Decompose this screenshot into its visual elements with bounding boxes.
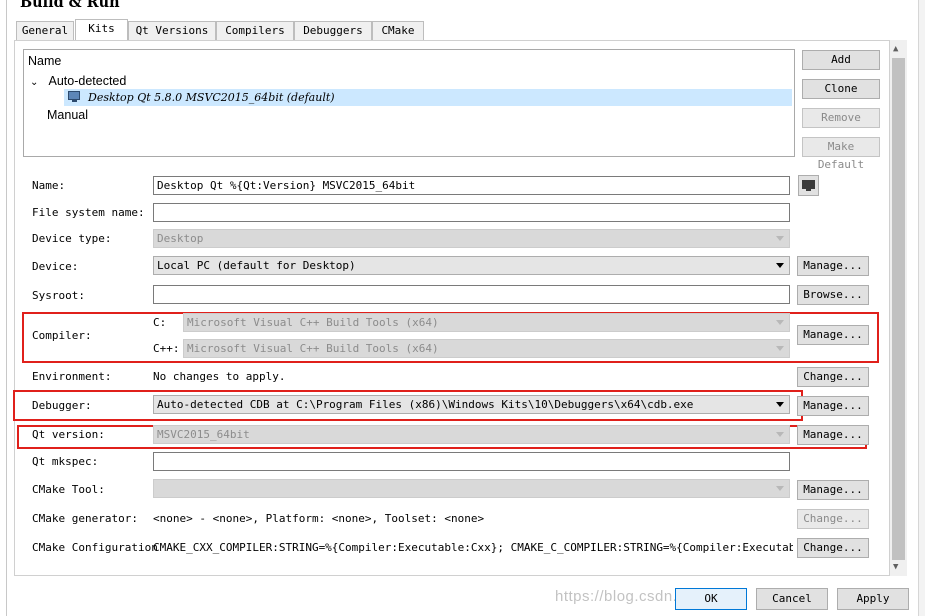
- kit-tree[interactable]: Name ⌄ Auto-detected Desktop Qt 5.8.0 MS…: [23, 49, 795, 157]
- name-label: Name:: [32, 179, 66, 192]
- cmake-config-value: CMAKE_CXX_COMPILER:STRING=%{Compiler:Exe…: [153, 541, 793, 554]
- qt-version-select[interactable]: MSVC2015_64bit: [153, 425, 790, 444]
- qt-version-value: MSVC2015_64bit: [157, 428, 250, 441]
- device-select[interactable]: Local PC (default for Desktop): [153, 256, 790, 275]
- scroll-up-icon[interactable]: ▲: [893, 44, 898, 54]
- cmake-generator-change-button[interactable]: Change...: [797, 509, 869, 529]
- tab-kits[interactable]: Kits: [75, 19, 128, 41]
- chevron-down-icon: [776, 320, 784, 325]
- tab-debuggers[interactable]: Debuggers: [294, 21, 372, 40]
- left-border: [6, 0, 7, 616]
- tree-item-kit-label: Desktop Qt 5.8.0 MSVC2015_64bit (default…: [88, 91, 335, 104]
- chevron-down-icon: [776, 402, 784, 407]
- tree-group-auto[interactable]: ⌄ Auto-detected: [24, 73, 794, 90]
- cmake-generator-label: CMake generator:: [32, 512, 138, 525]
- compiler-c-label: C:: [153, 316, 167, 329]
- tree-group-manual[interactable]: Manual: [24, 107, 794, 124]
- tree-item-kit[interactable]: Desktop Qt 5.8.0 MSVC2015_64bit (default…: [64, 89, 792, 106]
- debugger-label: Debugger:: [32, 399, 92, 412]
- monitor-stand: [72, 100, 77, 102]
- device-label: Device:: [32, 260, 79, 273]
- compiler-manage-button[interactable]: Manage...: [797, 325, 869, 345]
- compiler-cpp-label: C++:: [153, 342, 180, 355]
- qt-version-manage-button[interactable]: Manage...: [797, 425, 869, 445]
- chevron-down-icon[interactable]: ⌄: [30, 74, 42, 91]
- kit-icon-button[interactable]: [798, 175, 819, 196]
- sysroot-label: Sysroot:: [32, 289, 85, 302]
- debugger-value: Auto-detected CDB at C:\Program Files (x…: [157, 398, 694, 411]
- chevron-down-icon: [776, 432, 784, 437]
- compiler-cpp-select[interactable]: Microsoft Visual C++ Build Tools (x64): [183, 339, 790, 358]
- compiler-c-value: Microsoft Visual C++ Build Tools (x64): [187, 316, 439, 329]
- qt-version-label: Qt version:: [32, 428, 105, 441]
- sysroot-input[interactable]: [153, 285, 790, 304]
- make-default-button[interactable]: Make Default: [802, 137, 880, 171]
- chevron-down-icon: [776, 486, 784, 491]
- debugger-select[interactable]: Auto-detected CDB at C:\Program Files (x…: [153, 395, 790, 414]
- ok-button[interactable]: OK: [675, 588, 747, 610]
- monitor-icon: [802, 180, 815, 189]
- device-type-value: Desktop: [157, 232, 204, 245]
- chevron-down-icon: [776, 346, 784, 351]
- tree-header: Name: [28, 54, 62, 68]
- tab-compilers[interactable]: Compilers: [216, 21, 294, 40]
- filesystem-input[interactable]: [153, 203, 790, 222]
- monitor-stand: [806, 189, 811, 191]
- monitor-icon: [68, 91, 80, 100]
- compiler-label: Compiler:: [32, 329, 92, 342]
- qt-mkspec-input[interactable]: [153, 452, 790, 471]
- environment-change-button[interactable]: Change...: [797, 367, 869, 387]
- tab-qt-versions[interactable]: Qt Versions: [128, 21, 216, 40]
- name-input[interactable]: Desktop Qt %{Qt:Version} MSVC2015_64bit: [153, 176, 790, 195]
- cmake-config-label: CMake Configuration: [32, 541, 158, 554]
- device-type-label: Device type:: [32, 232, 112, 245]
- environment-label: Environment:: [32, 370, 112, 383]
- cmake-tool-manage-button[interactable]: Manage...: [797, 480, 869, 500]
- cancel-button[interactable]: Cancel: [756, 588, 828, 610]
- filesystem-label: File system name:: [32, 206, 145, 219]
- sysroot-browse-button[interactable]: Browse...: [797, 285, 869, 305]
- environment-value: No changes to apply.: [153, 370, 286, 383]
- qt-mkspec-label: Qt mkspec:: [32, 455, 99, 468]
- device-value: Local PC (default for Desktop): [157, 259, 356, 272]
- chevron-down-icon: [776, 263, 784, 268]
- cmake-tool-label: CMake Tool:: [32, 483, 105, 496]
- chevron-down-icon: [776, 236, 784, 241]
- compiler-cpp-value: Microsoft Visual C++ Build Tools (x64): [187, 342, 439, 355]
- add-button[interactable]: Add: [802, 50, 880, 70]
- page-title: Build & Run: [20, 0, 120, 11]
- debugger-manage-button[interactable]: Manage...: [797, 396, 869, 416]
- compiler-c-select[interactable]: Microsoft Visual C++ Build Tools (x64): [183, 313, 790, 332]
- right-edge: [918, 0, 925, 616]
- clone-button[interactable]: Clone: [802, 79, 880, 99]
- apply-button[interactable]: Apply: [837, 588, 909, 610]
- device-manage-button[interactable]: Manage...: [797, 256, 869, 276]
- cmake-config-change-button[interactable]: Change...: [797, 538, 869, 558]
- scroll-down-icon[interactable]: ▼: [893, 562, 898, 572]
- cmake-generator-value: <none> - <none>, Platform: <none>, Tools…: [153, 512, 485, 525]
- scrollbar-thumb[interactable]: [892, 58, 905, 560]
- tab-cmake[interactable]: CMake: [372, 21, 424, 40]
- tree-group-auto-label: Auto-detected: [48, 74, 127, 88]
- tab-general[interactable]: General: [16, 21, 74, 40]
- device-type-select[interactable]: Desktop: [153, 229, 790, 248]
- cmake-tool-select[interactable]: [153, 479, 790, 498]
- remove-button[interactable]: Remove: [802, 108, 880, 128]
